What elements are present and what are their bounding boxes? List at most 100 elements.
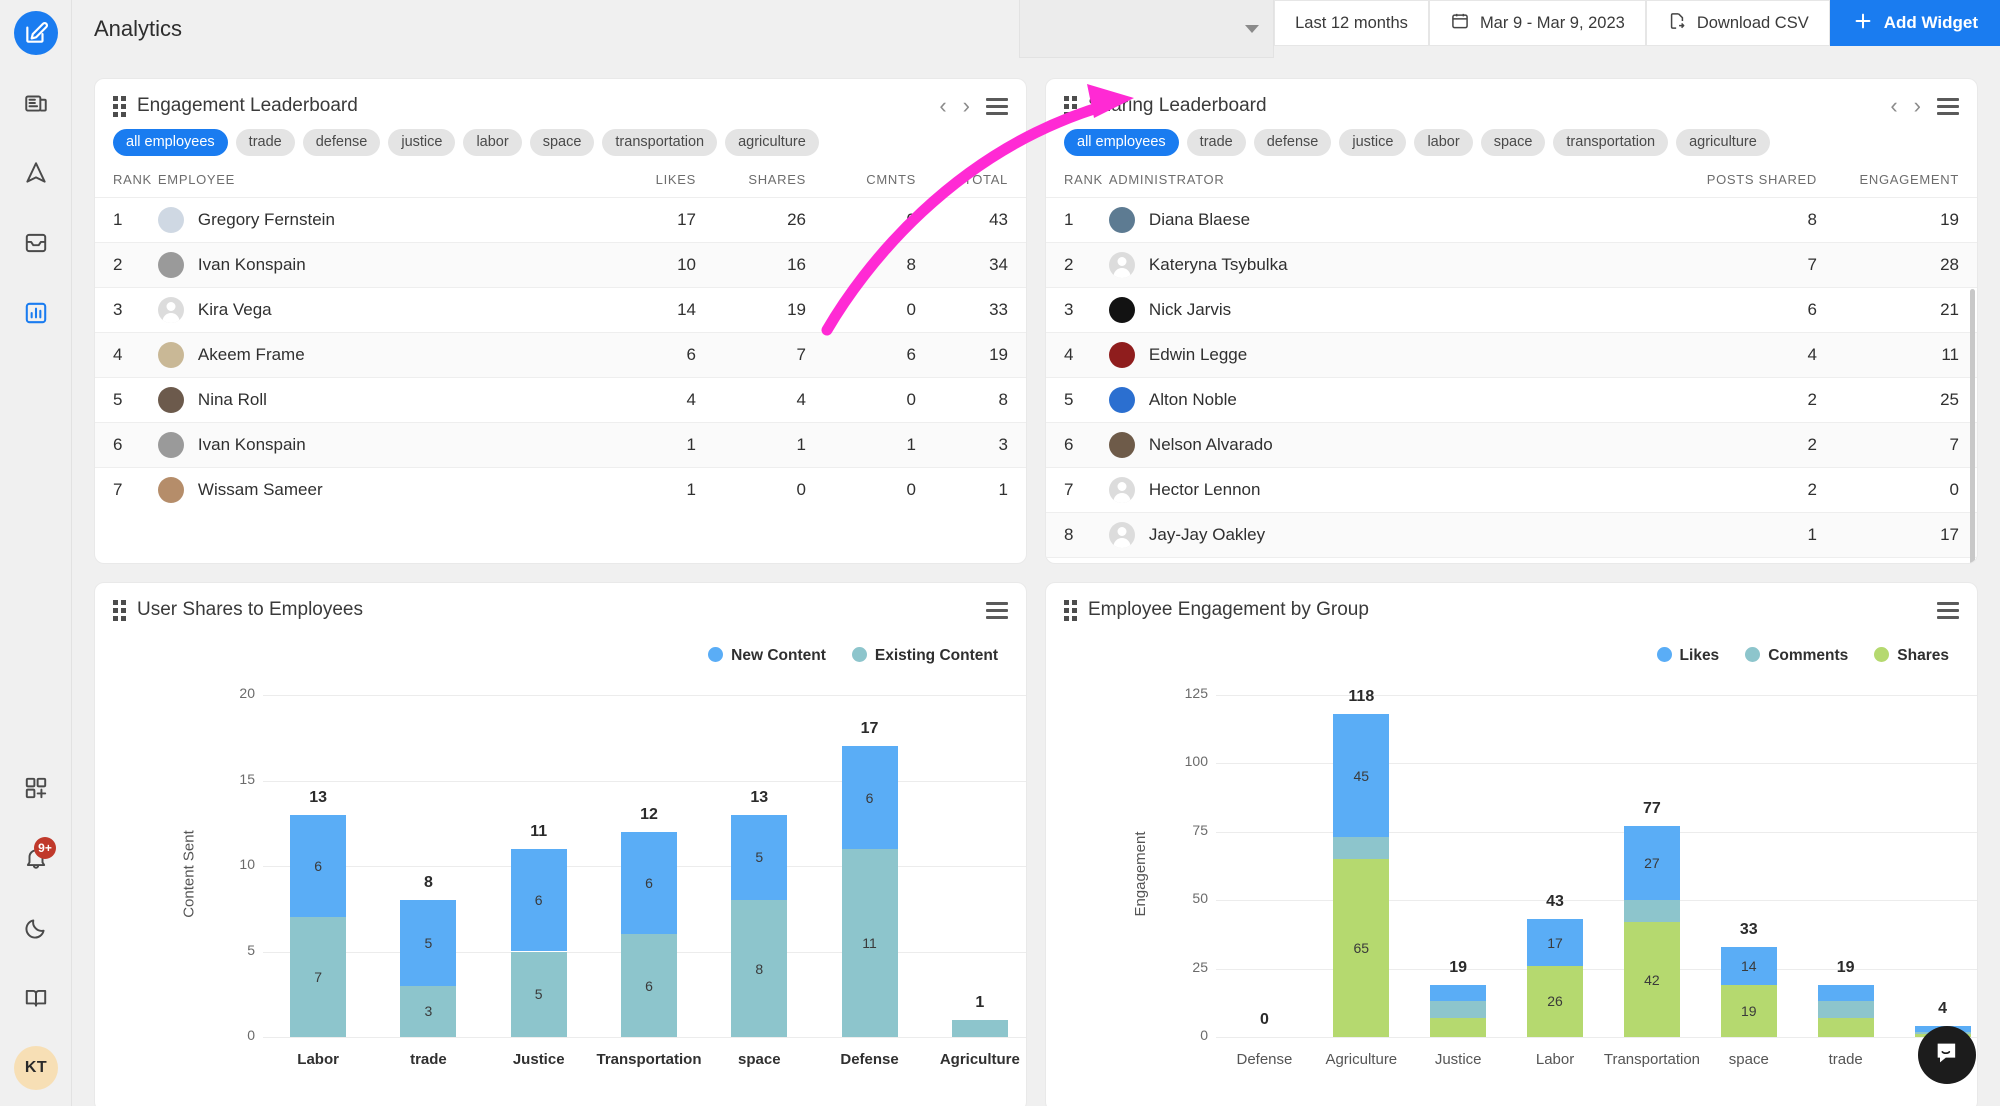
drag-handle-icon[interactable] [1064,95,1077,117]
prev-page-icon[interactable]: ‹ [1890,95,1897,117]
sidebar-item-notifications[interactable]: 9+ [14,836,58,880]
sidebar-item-analytics[interactable] [14,291,58,335]
date-range-button[interactable]: Mar 9 - Mar 9, 2023 [1428,0,1646,46]
bar-segment[interactable]: 5 [400,900,457,986]
bar-segment[interactable]: 65 [1333,859,1390,1037]
bar-segment[interactable]: 14 [1720,946,1777,985]
widget-menu-icon[interactable] [986,97,1008,115]
bar-segment[interactable]: 3 [400,985,457,1037]
table-row[interactable]: 7 Wissam Sameer 1 0 0 1 [95,467,1026,513]
widget-menu-icon[interactable] [986,601,1008,619]
table-row[interactable]: 2 Kateryna Tsybulka 7 28 [1046,242,1977,288]
legend-swatch [1656,647,1672,662]
sidebar-item-docs[interactable] [14,976,58,1020]
filter-chip-justice[interactable]: justice [388,129,456,157]
bar-segment[interactable] [951,1019,1008,1037]
legend-item-existing-content[interactable]: Existing Content [851,647,998,665]
filter-chip-justice[interactable]: justice [1339,129,1407,157]
drag-handle-icon[interactable] [113,599,126,621]
bar-segment[interactable] [1623,900,1680,923]
table-row[interactable]: 2 Ivan Konspain 10 16 8 34 [95,242,1026,288]
table-row[interactable]: 4 Edwin Legge 4 11 [1046,332,1977,378]
bar-segment[interactable]: 5 [731,814,788,901]
bar-segment[interactable]: 17 [1527,919,1584,966]
chat-support-button[interactable] [1918,1026,1976,1084]
sidebar-item-apps[interactable] [14,766,58,810]
next-page-icon[interactable]: › [963,95,970,117]
table-row[interactable]: 7 Hector Lennon 2 0 [1046,467,1977,513]
filter-chip-transportation[interactable]: transportation [1553,129,1669,157]
bar-segment[interactable]: 45 [1333,714,1390,838]
drag-handle-icon[interactable] [1064,599,1077,621]
bar-segment[interactable]: 42 [1623,922,1680,1037]
filter-chip-agriculture[interactable]: agriculture [725,129,819,157]
page-scrollbar[interactable] [1970,289,1975,563]
table-row[interactable]: 9Amaya Lam12 [1046,557,1977,563]
sidebar-item-compose[interactable] [13,11,58,55]
prev-page-icon[interactable]: ‹ [939,95,946,117]
bar-segment[interactable] [1817,985,1874,1002]
sidebar-item-inbox[interactable] [14,221,58,265]
bar-segment[interactable]: 26 [1527,965,1584,1037]
filter-chip-all-employees[interactable]: all employees [113,129,228,157]
filter-chip-defense[interactable]: defense [1253,129,1332,157]
legend-item-shares[interactable]: Shares [1874,647,1949,665]
filter-chip-transportation[interactable]: transportation [602,129,718,157]
bar-segment[interactable]: 7 [290,917,347,1037]
table-row[interactable]: 8 Jay-Jay Oakley 1 17 [1046,512,1977,558]
filter-chip-trade[interactable]: trade [235,129,295,157]
next-page-icon[interactable]: › [1914,95,1921,117]
bar-segment[interactable]: 6 [621,831,677,935]
avatar[interactable]: KT [14,1046,58,1090]
sidebar-item-send[interactable] [14,151,58,195]
sidebar-item-dark-mode[interactable] [14,906,58,950]
sidebar-item-news[interactable] [14,81,58,125]
table-row[interactable]: 1 Diana Blaese 8 19 [1046,197,1977,243]
filter-chip-all-employees[interactable]: all employees [1064,129,1179,157]
legend-item-comments[interactable]: Comments [1745,647,1848,665]
bar-segment[interactable] [1430,985,1487,1002]
bar-segment[interactable]: 6 [621,934,677,1037]
bar-segment[interactable] [1817,1001,1874,1018]
bar-segment[interactable] [1430,1001,1487,1018]
filter-chip-space[interactable]: space [529,129,595,157]
filter-chip-trade[interactable]: trade [1186,129,1246,157]
cell-rank: 3 [1046,287,1103,333]
bar-segment[interactable]: 6 [841,746,898,849]
bar-segment[interactable] [1817,1017,1874,1037]
bar-segment[interactable]: 11 [841,848,898,1037]
dashboard-select[interactable] [1019,0,1275,58]
filter-chip-space[interactable]: space [1480,129,1546,157]
table-row[interactable]: 6 Nelson Alvarado 2 7 [1046,422,1977,468]
table-row[interactable]: 3 Kira Vega 14 19 0 33 [95,287,1026,333]
table-row[interactable]: 6 Ivan Konspain 1 1 1 3 [95,422,1026,468]
filter-chip-defense[interactable]: defense [302,129,381,157]
bar-segment[interactable]: 19 [1720,985,1777,1037]
filter-chip-labor[interactable]: labor [463,129,522,157]
y-axis-label: Content Sent [180,830,198,918]
table-row[interactable]: 5 Alton Noble 2 25 [1046,377,1977,423]
cell-posts_shared: 1 [1617,557,1817,563]
bar-segment[interactable]: 27 [1623,826,1680,901]
bar-segment[interactable]: 5 [510,951,567,1037]
widget-menu-icon[interactable] [1937,97,1959,115]
cell-name: Hector Lennon [1102,467,1617,513]
legend-item-likes[interactable]: Likes [1656,647,1719,665]
filter-chip-labor[interactable]: labor [1414,129,1473,157]
filter-chip-agriculture[interactable]: agriculture [1676,129,1770,157]
bar-segment[interactable]: 6 [290,814,347,918]
bar-segment[interactable]: 6 [510,848,567,952]
widget-menu-icon[interactable] [1937,601,1959,619]
legend-item-new-content[interactable]: New Content [708,647,826,665]
add-widget-button[interactable]: Add Widget [1829,0,2000,46]
table-row[interactable]: 1 Gregory Fernstein 17 26 0 43 [95,197,1026,243]
bar-segment[interactable] [1333,837,1390,860]
table-row[interactable]: 3 Nick Jarvis 6 21 [1046,287,1977,333]
table-row[interactable]: 4 Akeem Frame 6 7 6 19 [95,332,1026,378]
table-row[interactable]: 5 Nina Roll 4 4 0 8 [95,377,1026,423]
drag-handle-icon[interactable] [113,95,126,117]
range-preset-button[interactable]: Last 12 months [1274,0,1429,46]
download-csv-button[interactable]: Download CSV [1645,0,1830,46]
bar-segment[interactable]: 8 [731,900,788,1037]
bar-segment[interactable] [1430,1017,1487,1037]
